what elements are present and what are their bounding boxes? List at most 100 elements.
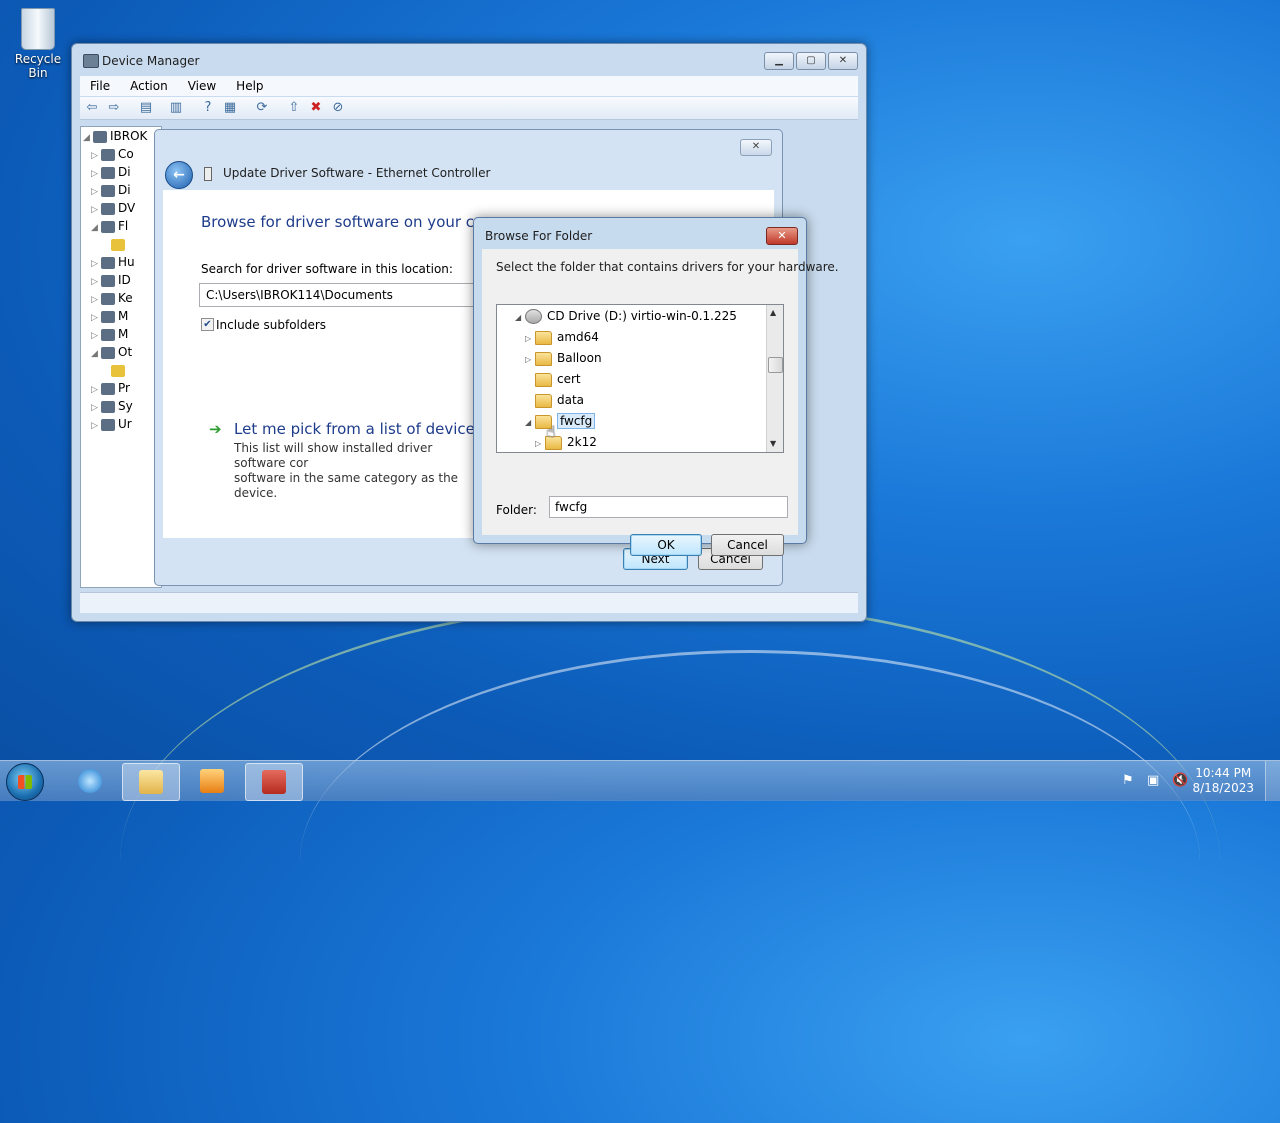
usb-icon xyxy=(101,418,115,431)
tree-item-2k12[interactable]: ▷ 2k12 xyxy=(535,432,597,452)
computer-icon xyxy=(101,148,115,161)
system-devices-icon xyxy=(101,400,115,413)
scroll-down-arrow-icon[interactable]: ▼ xyxy=(770,439,776,448)
disk-drive-icon xyxy=(101,166,115,179)
processor-icon xyxy=(101,382,115,395)
tree-item[interactable]: ▷ Pr xyxy=(91,379,130,397)
include-subfolders-checkbox[interactable]: ✔ xyxy=(201,318,214,331)
tree-item[interactable] xyxy=(111,235,128,253)
expand-arrow-icon[interactable]: ▷ xyxy=(535,434,545,452)
network-icon[interactable]: ▣ xyxy=(1147,773,1159,788)
menu-view[interactable]: View xyxy=(178,76,226,96)
disable-icon[interactable]: ⊘ xyxy=(330,101,346,115)
page-heading: Browse for driver software on your comp xyxy=(201,213,508,231)
folder-icon xyxy=(535,351,552,366)
tree-root[interactable]: ◢ IBROK xyxy=(83,127,147,145)
view-icon[interactable]: ▦ xyxy=(222,101,238,115)
menu-bar: File Action View Help xyxy=(80,76,858,96)
menu-action[interactable]: Action xyxy=(120,76,178,96)
show-desktop-button[interactable] xyxy=(1265,761,1280,801)
tree-item[interactable]: ▷ M xyxy=(91,307,128,325)
dialog-content: Select the folder that contains drivers … xyxy=(482,249,839,556)
back-button[interactable]: ← xyxy=(165,161,193,189)
driver-path-input[interactable]: C:\Users\IBROK114\Documents xyxy=(199,283,487,307)
close-button[interactable]: ✕ xyxy=(740,139,772,156)
tree-item-data[interactable]: data xyxy=(525,390,584,410)
tree-item[interactable] xyxy=(111,361,128,379)
properties-icon[interactable]: ▥ xyxy=(168,101,184,115)
tree-item[interactable]: ▷ Ke xyxy=(91,289,133,307)
hand-cursor-icon: ☝ xyxy=(546,422,556,441)
folder-name-input[interactable]: fwcfg xyxy=(549,496,788,518)
back-arrow-icon[interactable]: ⇦ xyxy=(84,101,100,115)
taskbar-media-player[interactable] xyxy=(184,763,240,799)
uninstall-icon[interactable]: ✖ xyxy=(308,101,324,115)
folder-icon xyxy=(535,393,552,408)
start-button[interactable] xyxy=(6,763,44,801)
help-icon[interactable]: ? xyxy=(200,101,216,115)
tree-item[interactable]: ▷ Hu xyxy=(91,253,135,271)
tree-item[interactable]: ▷ Sy xyxy=(91,397,133,415)
collapse-arrow-icon[interactable]: ◢ xyxy=(525,413,535,433)
close-button[interactable]: ✕ xyxy=(828,52,858,70)
expand-arrow-icon[interactable]: ▷ xyxy=(525,350,535,370)
scan-hardware-icon[interactable]: ⟳ xyxy=(254,101,270,115)
menu-help[interactable]: Help xyxy=(226,76,273,96)
tree-item[interactable]: ▷ M xyxy=(91,325,128,343)
cancel-button[interactable]: Cancel xyxy=(711,534,784,556)
tree-item[interactable]: ▷ Co xyxy=(91,145,134,163)
tree-item-cert[interactable]: cert xyxy=(525,369,581,389)
folder-tree[interactable]: ◢ CD Drive (D:) virtio-win-0.1.225 ▷ amd64… xyxy=(496,304,784,453)
recycle-bin-shortcut[interactable]: Recycle Bin xyxy=(6,8,70,80)
close-button[interactable]: ✕ xyxy=(766,227,798,245)
tree-item[interactable]: ◢ Ot xyxy=(91,343,132,361)
warning-device-icon xyxy=(111,364,125,377)
tree-item[interactable]: ▷ Ur xyxy=(91,415,132,433)
taskbar-file-explorer[interactable] xyxy=(122,763,180,801)
taskbar: ⚑ ▣ 🔇 10:44 PM 8/18/2023 xyxy=(0,760,1280,801)
dialog-title: Update Driver Software - Ethernet Contro… xyxy=(223,166,491,180)
clock-time: 10:44 PM xyxy=(1195,766,1252,780)
green-arrow-icon: ➔ xyxy=(209,420,222,438)
minimize-button[interactable]: ▁ xyxy=(764,52,794,70)
expand-arrow-icon[interactable]: ▷ xyxy=(525,329,535,349)
scroll-thumb[interactable] xyxy=(768,357,783,373)
title-bar[interactable]: Device Manager ▁ ▢ ✕ xyxy=(72,44,866,76)
folder-label: Folder: xyxy=(496,503,537,517)
windows-logo-icon xyxy=(18,775,32,789)
action-center-flag-icon[interactable]: ⚑ xyxy=(1122,773,1134,788)
pick-from-list-link[interactable]: Let me pick from a list of device dri xyxy=(234,420,500,438)
cd-drive-icon xyxy=(525,309,542,324)
tree-item-fwcfg[interactable]: ◢ fwcfg xyxy=(525,411,596,433)
tree-item-balloon[interactable]: ▷ Balloon xyxy=(525,348,602,368)
system-clock[interactable]: 10:44 PM 8/18/2023 xyxy=(1192,766,1254,796)
clock-date: 8/18/2023 xyxy=(1192,781,1254,795)
toolbox-icon xyxy=(262,770,286,794)
ok-button[interactable]: OK xyxy=(630,534,702,556)
taskbar-internet-explorer[interactable] xyxy=(62,763,118,799)
tree-item[interactable]: ◢ Fl xyxy=(91,217,128,235)
device-manager-icon xyxy=(83,54,99,68)
collapse-arrow-icon[interactable]: ◢ xyxy=(515,308,525,328)
warning-device-icon xyxy=(111,238,125,251)
maximize-button[interactable]: ▢ xyxy=(796,52,826,70)
volume-muted-icon[interactable]: 🔇 xyxy=(1172,773,1188,788)
ide-icon xyxy=(101,274,115,287)
vertical-scrollbar[interactable]: ▲ ▼ xyxy=(766,305,783,452)
scroll-up-arrow-icon[interactable]: ▲ xyxy=(770,308,776,317)
tree-item[interactable]: ▷ DV xyxy=(91,199,135,217)
toolbar: ⇦ ⇨ ▤ ▥ ? ▦ ⟳ ⇧ ✖ ⊘ xyxy=(80,97,858,120)
menu-file[interactable]: File xyxy=(80,76,120,96)
tree-item[interactable]: ▷ Di xyxy=(91,181,131,199)
forward-arrow-icon[interactable]: ⇨ xyxy=(106,101,122,115)
instruction-text: Select the folder that contains drivers … xyxy=(496,260,839,274)
tree-item[interactable]: ▷ Di xyxy=(91,163,131,181)
tree-item-amd64[interactable]: ▷ amd64 xyxy=(525,327,599,347)
show-hide-tree-icon[interactable]: ▤ xyxy=(138,101,154,115)
tree-item[interactable]: ▷ ID xyxy=(91,271,131,289)
pick-description: This list will show installed driver sof… xyxy=(234,441,459,500)
tree-item-cd-drive[interactable]: ◢ CD Drive (D:) virtio-win-0.1.225 xyxy=(515,306,737,326)
taskbar-device-manager[interactable] xyxy=(245,763,303,801)
search-location-label: Search for driver software in this locat… xyxy=(201,262,453,276)
update-driver-icon[interactable]: ⇧ xyxy=(286,101,302,115)
